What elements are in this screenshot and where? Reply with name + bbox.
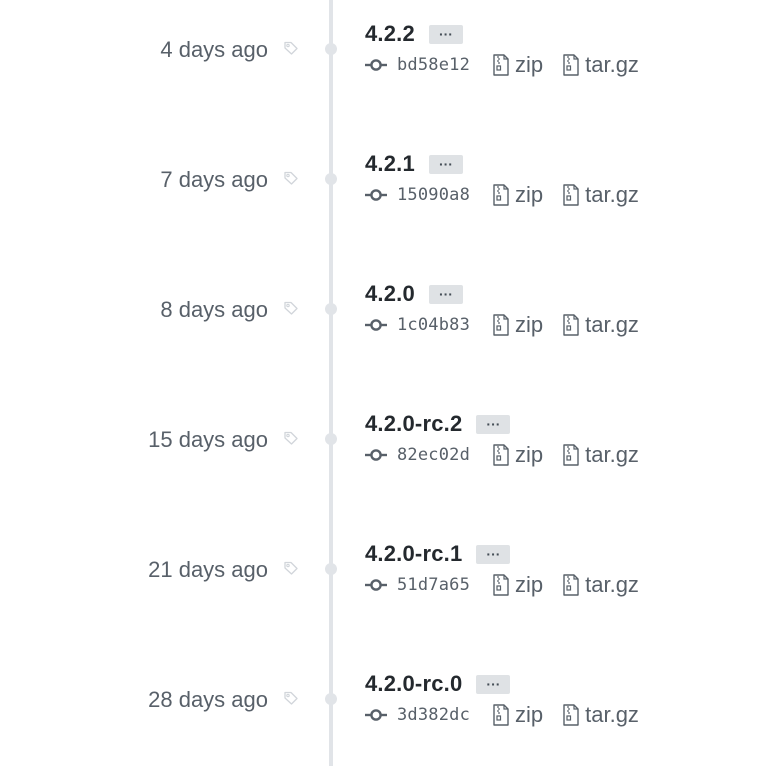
release-row: 15 days ago 4.2.0-rc.2 ··· 82ec02d zip t… xyxy=(0,390,760,520)
commit-link[interactable]: 15090a8 xyxy=(365,185,489,205)
targz-label: tar.gz xyxy=(585,702,639,727)
timeline-dot xyxy=(325,433,337,445)
commit-sha: 3d382dc xyxy=(397,705,471,725)
tag-icon xyxy=(284,171,298,185)
download-zip-link[interactable]: zip xyxy=(493,311,543,339)
expand-details-button[interactable]: ··· xyxy=(476,414,511,434)
release-info: 4.2.0-rc.2 ··· 82ec02d zip tar.gz xyxy=(365,409,639,470)
git-commit-icon xyxy=(365,579,387,591)
zip-label: zip xyxy=(515,442,544,467)
tag-icon xyxy=(284,561,298,575)
file-zip-icon xyxy=(563,704,579,726)
git-commit-icon xyxy=(365,449,387,461)
file-zip-icon xyxy=(493,54,509,76)
release-version-link[interactable]: 4.2.0-rc.2 xyxy=(365,410,462,438)
targz-label: tar.gz xyxy=(585,182,639,207)
targz-label: tar.gz xyxy=(585,442,639,467)
release-version-link[interactable]: 4.2.2 xyxy=(365,20,415,48)
expand-details-button[interactable]: ··· xyxy=(476,674,511,694)
expand-details-button[interactable]: ··· xyxy=(428,154,463,174)
release-date: 8 days ago xyxy=(160,297,268,322)
timeline-dot xyxy=(325,43,337,55)
release-date: 4 days ago xyxy=(160,37,268,62)
download-targz-link[interactable]: tar.gz xyxy=(563,701,639,729)
release-row: 7 days ago 4.2.1 ··· 15090a8 zip tar.gz xyxy=(0,130,760,260)
file-zip-icon xyxy=(493,314,509,336)
file-zip-icon xyxy=(563,314,579,336)
targz-label: tar.gz xyxy=(585,572,639,597)
release-version-link[interactable]: 4.2.0 xyxy=(365,280,415,308)
zip-label: zip xyxy=(515,52,544,77)
commit-link[interactable]: bd58e12 xyxy=(365,55,489,75)
release-version-link[interactable]: 4.2.1 xyxy=(365,150,415,178)
commit-link[interactable]: 3d382dc xyxy=(365,705,489,725)
zip-label: zip xyxy=(515,702,544,727)
download-targz-link[interactable]: tar.gz xyxy=(563,311,639,339)
timeline-dot xyxy=(325,693,337,705)
file-zip-icon xyxy=(493,704,509,726)
commit-sha: 1c04b83 xyxy=(397,315,471,335)
expand-details-button[interactable]: ··· xyxy=(428,284,463,304)
download-zip-link[interactable]: zip xyxy=(493,441,543,469)
release-info: 4.2.1 ··· 15090a8 zip tar.gz xyxy=(365,149,639,210)
commit-sha: 51d7a65 xyxy=(397,575,471,595)
commit-sha: 82ec02d xyxy=(397,445,471,465)
download-targz-link[interactable]: tar.gz xyxy=(563,571,639,599)
release-info: 4.2.2 ··· bd58e12 zip tar.gz xyxy=(365,19,639,80)
file-zip-icon xyxy=(563,54,579,76)
file-zip-icon xyxy=(493,444,509,466)
timeline-dot xyxy=(325,563,337,575)
tag-icon xyxy=(284,301,298,315)
release-date: 21 days ago xyxy=(148,557,268,582)
targz-label: tar.gz xyxy=(585,312,639,337)
release-info: 4.2.0 ··· 1c04b83 zip tar.gz xyxy=(365,279,639,340)
commit-sha: bd58e12 xyxy=(397,55,471,75)
release-row: 4 days ago 4.2.2 ··· bd58e12 zip tar.gz xyxy=(0,0,760,130)
timeline-dot xyxy=(325,303,337,315)
release-version-link[interactable]: 4.2.0-rc.1 xyxy=(365,540,462,568)
git-commit-icon xyxy=(365,709,387,721)
tag-icon xyxy=(284,41,298,55)
release-info: 4.2.0-rc.0 ··· 3d382dc zip tar.gz xyxy=(365,669,639,730)
release-row: 21 days ago 4.2.0-rc.1 ··· 51d7a65 zip t… xyxy=(0,520,760,650)
file-zip-icon xyxy=(563,184,579,206)
commit-sha: 15090a8 xyxy=(397,185,471,205)
zip-label: zip xyxy=(515,312,544,337)
commit-link[interactable]: 1c04b83 xyxy=(365,315,489,335)
release-row: 8 days ago 4.2.0 ··· 1c04b83 zip tar.gz xyxy=(0,260,760,390)
expand-details-button[interactable]: ··· xyxy=(476,544,511,564)
file-zip-icon xyxy=(563,444,579,466)
targz-label: tar.gz xyxy=(585,52,639,77)
git-commit-icon xyxy=(365,319,387,331)
download-targz-link[interactable]: tar.gz xyxy=(563,441,639,469)
download-targz-link[interactable]: tar.gz xyxy=(563,51,639,79)
file-zip-icon xyxy=(563,574,579,596)
download-zip-link[interactable]: zip xyxy=(493,701,543,729)
git-commit-icon xyxy=(365,189,387,201)
timeline-dot xyxy=(325,173,337,185)
tag-icon xyxy=(284,691,298,705)
release-row: 28 days ago 4.2.0-rc.0 ··· 3d382dc zip t… xyxy=(0,650,760,766)
release-date: 7 days ago xyxy=(160,167,268,192)
release-date: 28 days ago xyxy=(148,687,268,712)
tag-icon xyxy=(284,431,298,445)
download-zip-link[interactable]: zip xyxy=(493,181,543,209)
download-zip-link[interactable]: zip xyxy=(493,571,543,599)
zip-label: zip xyxy=(515,182,544,207)
file-zip-icon xyxy=(493,574,509,596)
zip-label: zip xyxy=(515,572,544,597)
release-info: 4.2.0-rc.1 ··· 51d7a65 zip tar.gz xyxy=(365,539,639,600)
download-zip-link[interactable]: zip xyxy=(493,51,543,79)
file-zip-icon xyxy=(493,184,509,206)
release-date: 15 days ago xyxy=(148,427,268,452)
git-commit-icon xyxy=(365,59,387,71)
commit-link[interactable]: 51d7a65 xyxy=(365,575,489,595)
download-targz-link[interactable]: tar.gz xyxy=(563,181,639,209)
expand-details-button[interactable]: ··· xyxy=(428,24,463,44)
release-version-link[interactable]: 4.2.0-rc.0 xyxy=(365,670,462,698)
commit-link[interactable]: 82ec02d xyxy=(365,445,489,465)
